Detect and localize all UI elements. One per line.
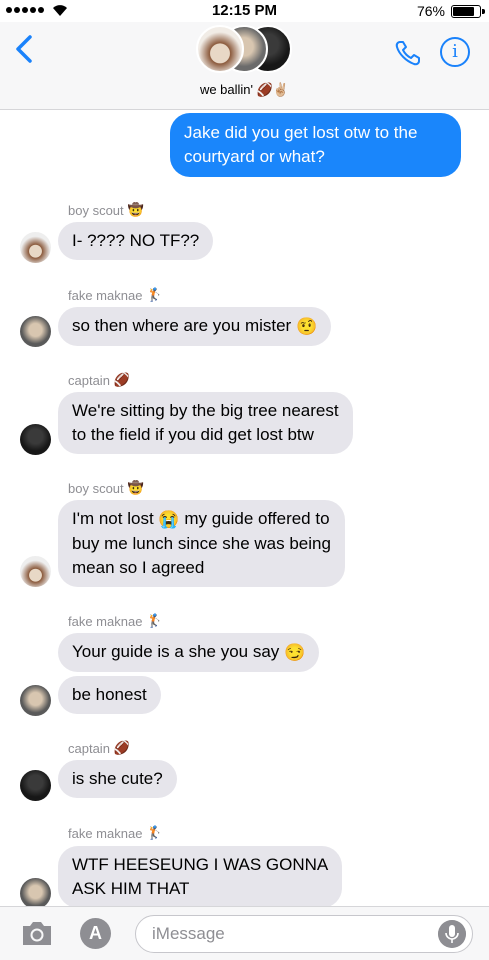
avatar[interactable] [20, 685, 51, 716]
sender-name: boy scout 🤠 [68, 202, 144, 218]
avatar[interactable] [20, 316, 51, 347]
conversation-header: we ballin' 🏈✌🏼 i [0, 22, 489, 110]
sender-name: fake maknae 🏌 [68, 825, 163, 841]
message-text: mean so I agreed [72, 557, 205, 577]
sender-emoji: 🏌 [146, 825, 163, 840]
back-chevron-icon[interactable] [12, 34, 38, 64]
message-text: We're sitting by the big tree nearest [72, 401, 339, 420]
sender-emoji: 🏈 [113, 740, 131, 755]
received-message-bubble[interactable]: We're sitting by the big tree nearest to… [58, 392, 353, 454]
status-time: 12:15 PM [211, 2, 278, 19]
group-avatars[interactable] [196, 25, 296, 75]
app-store-icon[interactable]: A [80, 918, 111, 949]
sender-name: fake maknae 🏌 [68, 287, 163, 303]
group-emoji: 🏈✌🏼 [256, 82, 290, 97]
sender-label: captain [68, 740, 110, 756]
emoji: 😭 [158, 509, 180, 529]
group-name-text: we ballin' [199, 82, 254, 97]
battery-percentage: 76% [416, 3, 445, 19]
avatar[interactable] [20, 770, 51, 801]
compose-bar: A [0, 906, 489, 960]
sent-message-bubble[interactable]: Jake did you get lost otw to the courtya… [170, 113, 461, 177]
message-input[interactable] [135, 915, 473, 953]
message-list: Jake did you get lost otw to the courtya… [0, 110, 489, 910]
emoji: 🤨 [295, 316, 318, 336]
avatar [196, 25, 244, 73]
sender-label: boy scout [68, 202, 124, 218]
sender-label: captain [68, 372, 110, 388]
received-message-bubble[interactable]: be honest [58, 676, 161, 714]
sender-name: boy scout 🤠 [68, 480, 144, 496]
camera-icon[interactable] [20, 919, 54, 947]
battery-icon [451, 5, 485, 18]
microphone-icon[interactable] [438, 920, 466, 948]
emoji: 😏 [284, 642, 306, 662]
status-bar: 12:15 PM 76% [0, 0, 489, 22]
sender-emoji: 🤠 [127, 202, 144, 217]
info-icon[interactable]: i [440, 37, 470, 67]
received-message-bubble[interactable]: WTF HEESEUNG I WAS GONNA ASK HIM THAT [58, 846, 343, 908]
sender-name: captain 🏈 [68, 372, 130, 388]
sender-emoji: 🏈 [113, 372, 131, 387]
sender-label: fake maknae [68, 287, 143, 303]
sender-label: fake maknae [68, 825, 143, 841]
avatar[interactable] [20, 878, 51, 909]
avatar[interactable] [20, 424, 51, 455]
message-text: so then where are you mister [72, 316, 292, 335]
sender-name: captain 🏈 [68, 740, 130, 756]
received-message-bubble[interactable]: so then where are you mister 🤨 [58, 307, 332, 346]
message-text: I'm not lost [72, 509, 154, 528]
message-text: ASK HIM THAT [72, 879, 190, 898]
message-text: my guide offered to [184, 509, 330, 528]
sender-label: fake maknae [68, 613, 143, 629]
message-text: Your guide is a she you say [72, 642, 280, 661]
phone-icon[interactable] [394, 39, 422, 67]
message-text: to the field if you did get lost btw [72, 425, 314, 444]
sender-label: boy scout [68, 480, 124, 496]
message-text: WTF HEESEUNG I WAS GONNA [72, 855, 329, 874]
received-message-bubble[interactable]: I'm not lost 😭 my guide offered to buy m… [58, 500, 345, 587]
avatar[interactable] [20, 556, 51, 587]
sender-emoji: 🤠 [127, 480, 144, 495]
received-message-bubble[interactable]: is she cute? [58, 760, 177, 798]
received-message-bubble[interactable]: I- ???? NO TF?? [58, 222, 214, 260]
avatar[interactable] [20, 232, 51, 263]
group-title[interactable]: we ballin' 🏈✌🏼 [0, 82, 489, 98]
sender-name: fake maknae 🏌 [68, 613, 163, 629]
sender-emoji: 🏌 [146, 613, 163, 628]
sender-emoji: 🏌 [146, 287, 163, 302]
message-text: buy me lunch since she was being [72, 533, 331, 553]
received-message-bubble[interactable]: Your guide is a she you say 😏 [58, 633, 320, 672]
